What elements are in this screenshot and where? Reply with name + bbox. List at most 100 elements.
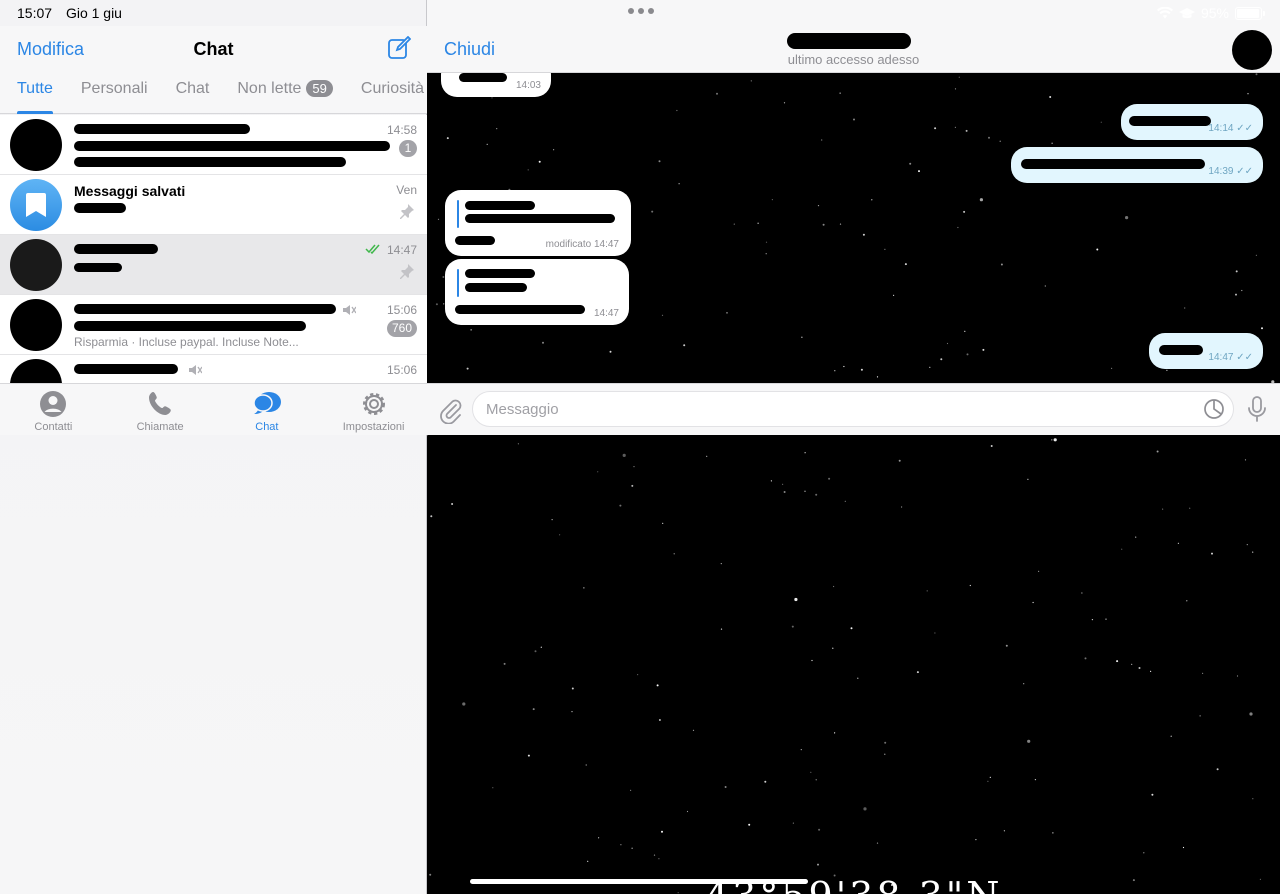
tab-chats-label: Chat (255, 421, 279, 433)
chat-row[interactable]: 15:06 (0, 355, 427, 383)
message-bubble-incoming[interactable]: modificato 14:47 (445, 190, 631, 256)
star (1138, 667, 1141, 669)
redacted-title (74, 364, 178, 374)
chat-bubbles-icon (253, 392, 281, 414)
status-time: 15:07 (17, 5, 53, 21)
tab-personali[interactable]: Personali (81, 80, 148, 114)
star (1216, 768, 1219, 771)
star (658, 719, 661, 721)
star (527, 754, 530, 757)
redacted-title (74, 124, 250, 134)
redacted-reply-author (465, 269, 535, 278)
redacted-preview (74, 157, 346, 167)
star (658, 858, 660, 860)
page-title: Chat (193, 39, 234, 59)
redacted-text (455, 305, 585, 314)
redacted-contact-name[interactable] (787, 33, 911, 49)
contact-avatar[interactable] (1232, 30, 1272, 70)
star (462, 702, 466, 706)
star (898, 459, 901, 462)
message-composer (427, 383, 1280, 435)
star (1162, 508, 1164, 510)
redacted-text (455, 236, 495, 245)
home-indicator[interactable] (470, 879, 808, 884)
unread-count-badge: 59 (306, 80, 333, 97)
star (630, 789, 632, 792)
star (661, 830, 663, 833)
message-bubble-outgoing[interactable]: 14:14 ✓✓ (1121, 104, 1263, 140)
message-bubble-outgoing[interactable]: 14:39 ✓✓ (1011, 147, 1263, 183)
tab-chat[interactable]: Chat (176, 80, 210, 114)
unread-badge: 760 (386, 320, 417, 337)
tab-label: Curiosità (360, 80, 425, 97)
redacted-reply-text (465, 214, 615, 223)
chat-row-selected[interactable]: 14:47 (0, 235, 427, 295)
star (1053, 438, 1057, 442)
star (1151, 793, 1154, 796)
chat-time: 14:58 (386, 123, 417, 137)
message-bubble-incoming[interactable]: 14:47 (445, 259, 629, 325)
chat-row[interactable]: Risparmia · Incluse paypal. Incluse Note… (0, 295, 427, 355)
star (1202, 672, 1204, 675)
star (1135, 536, 1137, 538)
star (815, 779, 817, 781)
star (427, 434, 428, 437)
star (631, 847, 633, 849)
star (1052, 832, 1054, 834)
redacted-reply-text (465, 283, 527, 292)
star (934, 632, 936, 634)
star (815, 493, 818, 496)
compose-icon[interactable] (387, 36, 411, 60)
status-bar: 15:07 Gio 1 giu 95% (0, 0, 1280, 26)
chat-time: Ven (396, 183, 417, 197)
star (571, 687, 574, 690)
paperclip-icon[interactable] (437, 396, 463, 424)
message-bubble-incoming[interactable]: 14:03 (441, 73, 551, 97)
sticker-icon[interactable] (1203, 398, 1225, 420)
star (1143, 852, 1145, 854)
saved-messages-avatar (10, 179, 62, 231)
message-time: 14:03 (515, 80, 541, 91)
star (1027, 478, 1029, 480)
star (832, 647, 834, 649)
star (1038, 570, 1040, 573)
tab-chats[interactable]: Chat (214, 384, 321, 435)
chat-row[interactable]: 14:58 1 (0, 115, 427, 175)
star (597, 471, 599, 473)
star (622, 453, 626, 457)
redacted-preview (74, 263, 122, 272)
double-check-icon (365, 244, 380, 254)
star (551, 519, 553, 521)
battery-percent: 95% (1200, 5, 1229, 21)
star (571, 711, 573, 713)
star (631, 484, 634, 487)
message-input[interactable] (473, 392, 1173, 426)
redacted-preview (74, 203, 126, 213)
star (1051, 439, 1053, 441)
star (1170, 735, 1172, 737)
pin-icon (400, 264, 414, 279)
star (828, 477, 831, 480)
tab-curiosita[interactable]: Curiosità (361, 80, 424, 114)
tab-calls[interactable]: Chiamate (107, 384, 214, 435)
avatar (10, 239, 62, 291)
message-time: 14:47 ✓✓ (1208, 352, 1253, 363)
chat-time: 15:06 (386, 363, 417, 377)
star (1116, 660, 1119, 663)
star (503, 662, 506, 665)
star (1091, 619, 1093, 621)
microphone-icon[interactable] (1246, 395, 1268, 423)
battery-fill (1237, 8, 1259, 18)
star (620, 844, 622, 846)
message-bubble-outgoing[interactable]: 14:47 ✓✓ (1149, 333, 1263, 369)
star (804, 452, 806, 454)
tab-settings[interactable]: Impostazioni (320, 384, 427, 435)
star (850, 627, 853, 630)
chat-row-saved-messages[interactable]: Messaggi salvati Ven (0, 175, 427, 235)
multitasking-dots-icon[interactable] (628, 8, 654, 14)
star (677, 892, 679, 894)
tab-tutte[interactable]: Tutte (17, 80, 53, 114)
tab-non-lette[interactable]: Non lette 59 (237, 80, 333, 114)
tab-contacts[interactable]: Contatti (0, 384, 107, 435)
battery-icon (1235, 6, 1265, 20)
